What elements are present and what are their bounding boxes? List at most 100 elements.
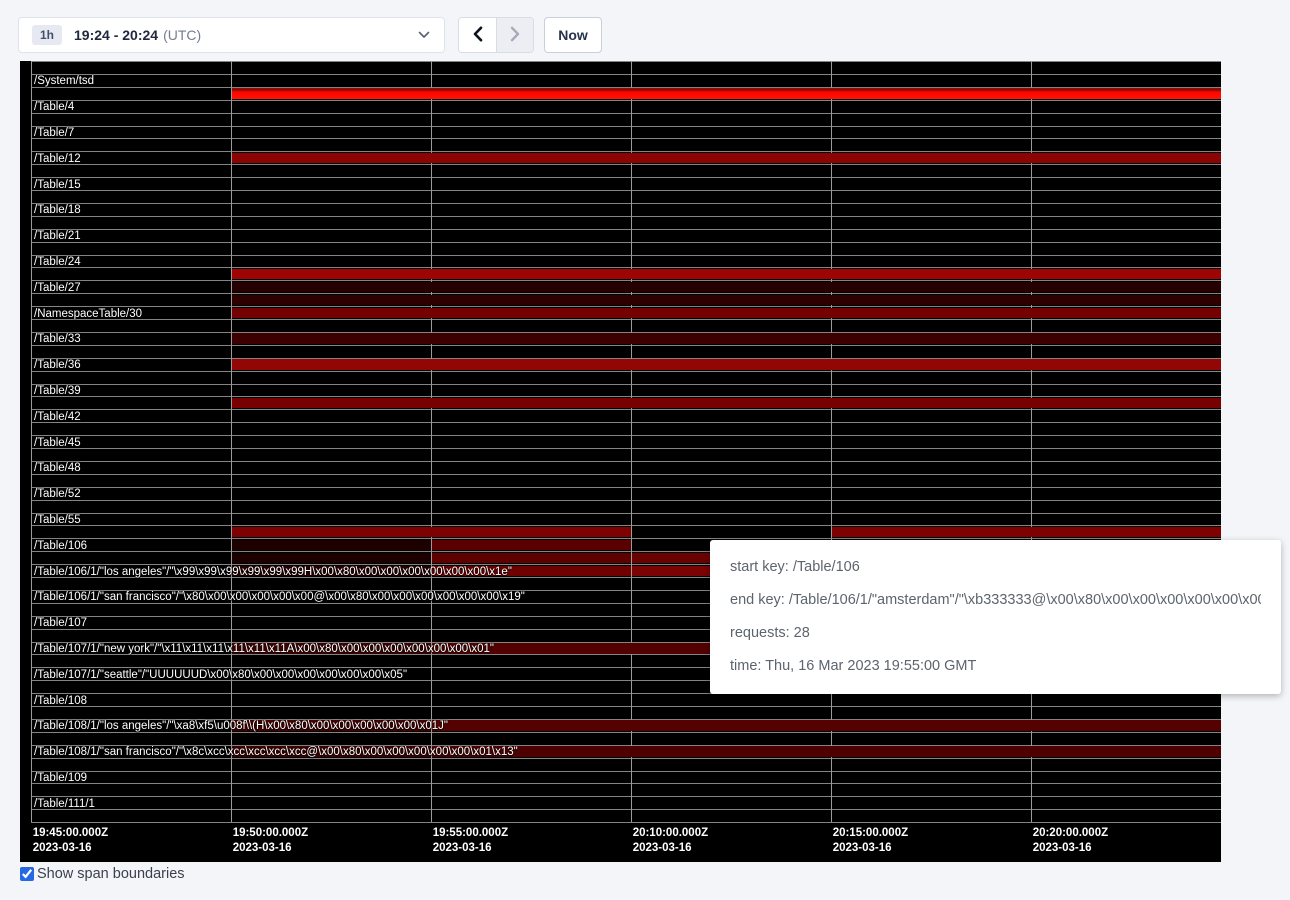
time-range-label: 19:24 - 20:24 <box>74 27 158 43</box>
heat-band <box>232 269 1221 280</box>
plot-area[interactable]: /System/tsd/Table/4/Table/7/Table/12/Tab… <box>20 61 1221 822</box>
tooltip-end-key: end key: /Table/106/1/"amsterdam"/"\xb33… <box>730 584 1261 617</box>
row-label: /Table/18 <box>34 205 81 216</box>
span-boundary-line <box>31 177 1221 178</box>
time-gridline <box>431 61 432 822</box>
hover-tooltip: start key: /Table/106 end key: /Table/10… <box>710 540 1281 694</box>
span-boundary-line <box>31 809 1221 810</box>
span-boundary-line <box>31 371 1221 372</box>
heat-band <box>432 553 631 564</box>
row-label: /Table/4 <box>34 102 74 113</box>
time-window-nav <box>458 17 534 53</box>
span-boundary-line <box>31 100 1221 101</box>
row-label: /Table/52 <box>34 489 81 500</box>
next-button[interactable] <box>496 18 533 52</box>
row-label: /Table/27 <box>34 283 81 294</box>
span-boundary-line <box>31 409 1221 410</box>
span-boundary-line <box>31 216 1221 217</box>
span-boundary-line <box>31 190 1221 191</box>
row-label: /Table/24 <box>34 257 81 268</box>
span-boundary-line <box>31 345 1221 346</box>
heat-band <box>232 398 1221 409</box>
span-boundary-line <box>31 61 1221 62</box>
row-label: /Table/21 <box>34 231 81 242</box>
utc-label: (UTC) <box>163 27 201 43</box>
row-label: /Table/48 <box>34 463 81 474</box>
span-boundary-line <box>31 474 1221 475</box>
duration-badge: 1h <box>32 25 62 45</box>
row-label: /Table/108 <box>34 696 87 707</box>
heat-band <box>232 359 1221 370</box>
span-boundary-line <box>31 255 1221 256</box>
row-label: /Table/109 <box>34 773 87 784</box>
heat-band <box>232 527 631 538</box>
row-label: /Table/45 <box>34 438 81 449</box>
time-gridline <box>231 61 232 822</box>
span-boundary-line <box>31 242 1221 243</box>
axis-tick-label: 19:55:00.000Z 2023-03-16 <box>433 826 508 855</box>
axis-tick-label: 19:45:00.000Z 2023-03-16 <box>33 826 108 855</box>
axis-tick-label: 20:20:00.000Z 2023-03-16 <box>1033 826 1108 855</box>
span-boundary-line <box>31 203 1221 204</box>
row-label: /Table/111/1 <box>34 799 95 810</box>
row-label: /Table/55 <box>34 515 81 526</box>
chevron-down-icon <box>418 31 430 39</box>
time-gridline <box>631 61 632 822</box>
span-boundary-line <box>31 461 1221 462</box>
heat-band <box>432 720 1221 731</box>
heat-band <box>232 308 1221 319</box>
now-button[interactable]: Now <box>544 17 602 53</box>
row-label: /Table/33 <box>34 334 81 345</box>
tooltip-requests: requests: 28 <box>730 617 1261 650</box>
tooltip-time: time: Thu, 16 Mar 2023 19:55:00 GMT <box>730 650 1261 683</box>
span-boundary-line <box>31 513 1221 514</box>
axis-tick-label: 20:15:00.000Z 2023-03-16 <box>833 826 908 855</box>
row-label: /Table/7 <box>34 128 74 139</box>
show-span-boundaries-row: Show span boundaries <box>20 866 185 882</box>
heat-band <box>232 282 1221 293</box>
row-label: /System/tsd <box>34 76 94 87</box>
heat-band <box>232 153 1221 164</box>
chevron-left-icon <box>473 26 483 45</box>
heat-band <box>232 88 1221 99</box>
heat-band <box>232 295 1221 306</box>
span-boundary-line <box>31 164 1221 165</box>
row-label: /Table/15 <box>34 180 81 191</box>
row-label: /Table/107/1/"new york"/"\x11\x11\x11\x1… <box>34 644 494 655</box>
span-boundary-line <box>31 422 1221 423</box>
span-boundary-line <box>31 796 1221 797</box>
span-boundary-line <box>31 448 1221 449</box>
tooltip-start-key: start key: /Table/106 <box>730 551 1261 584</box>
span-boundary-line <box>31 500 1221 501</box>
span-boundary-line <box>31 771 1221 772</box>
show-span-boundaries-checkbox[interactable] <box>20 867 34 881</box>
row-label: /Table/106/1/"san francisco"/"\x80\x00\x… <box>34 592 525 603</box>
prev-button[interactable] <box>459 18 496 52</box>
span-boundary-line <box>31 74 1221 75</box>
chevron-right-icon <box>510 26 520 45</box>
time-range-dropdown[interactable]: 1h 19:24 - 20:24 (UTC) <box>18 17 445 53</box>
row-label: /Table/108/1/"los angeles"/"\xa8\xf5\u00… <box>34 721 448 732</box>
row-label: /Table/106 <box>34 541 87 552</box>
span-boundary-line <box>31 487 1221 488</box>
axis-tick-label: 19:50:00.000Z 2023-03-16 <box>233 826 308 855</box>
heat-band <box>232 553 431 564</box>
axis-tick-label: 20:10:00.000Z 2023-03-16 <box>633 826 708 855</box>
span-boundary-line <box>31 319 1221 320</box>
span-boundary-line <box>31 384 1221 385</box>
heat-band <box>832 527 1221 538</box>
span-boundary-line <box>31 229 1221 230</box>
row-label: /Table/106/1/"los angeles"/"\x99\x99\x99… <box>34 567 512 578</box>
time-gridline <box>1031 61 1032 822</box>
x-axis: 19:45:00.000Z 2023-03-16 19:50:00.000Z 20… <box>20 822 1221 862</box>
span-boundary-line <box>31 138 1221 139</box>
time-gridline <box>831 61 832 822</box>
span-boundary-line <box>31 126 1221 127</box>
row-label: /Table/39 <box>34 386 81 397</box>
heat-band <box>232 333 1221 344</box>
key-visualizer: /System/tsd/Table/4/Table/7/Table/12/Tab… <box>20 61 1221 862</box>
time-gridline <box>31 61 32 822</box>
row-label: /Table/12 <box>34 154 81 165</box>
row-label: /Table/108/1/"san francisco"/"\x8c\xcc\x… <box>34 747 518 758</box>
key-visualizer-page: 1h 19:24 - 20:24 (UTC) Now /System/tsd/T… <box>0 0 1290 900</box>
